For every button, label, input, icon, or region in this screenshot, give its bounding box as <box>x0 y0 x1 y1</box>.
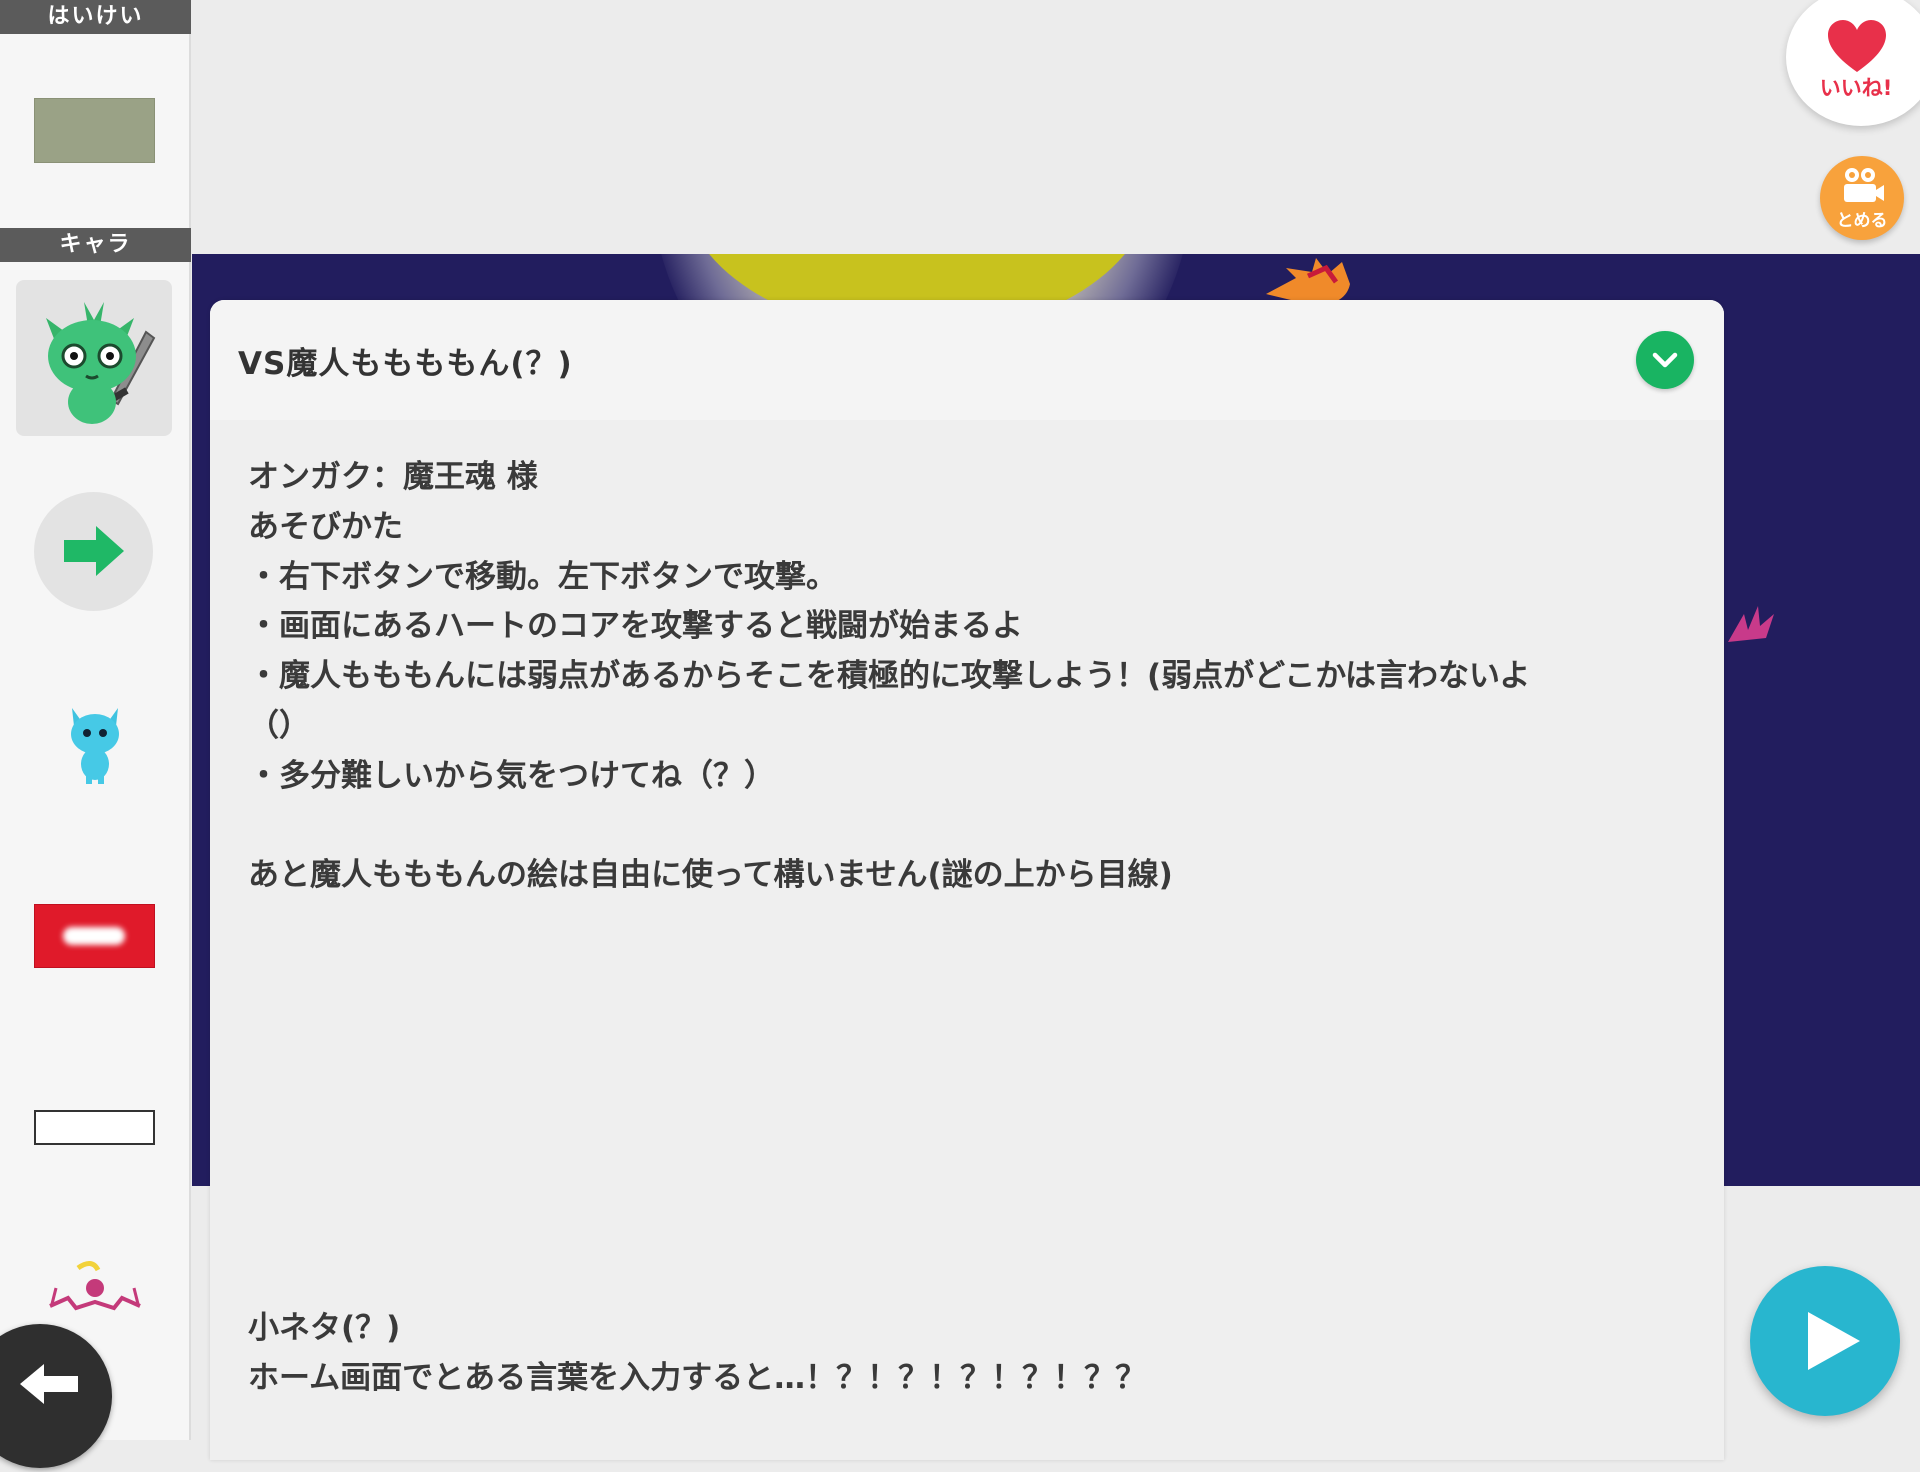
description-panel: VS魔人ももももん(？) オンガク：魔王魂 様 あそびかた ・右下ボタンで移動。… <box>210 300 1724 1460</box>
demon-claw-icon <box>1728 606 1774 642</box>
panel-footer: 小ネタ(？) ホーム画面でとある言葉を入力すると…！？！？！？！？！？？ <box>248 1303 1668 1403</box>
arrow-right-icon <box>64 526 124 576</box>
tips-heading: 小ネタ(？) <box>248 1310 401 1346</box>
asset-sidebar: はいけい キャラ <box>0 0 191 1440</box>
blue-creature-character[interactable] <box>58 700 132 786</box>
play-button[interactable] <box>1750 1266 1900 1416</box>
red-bar-character[interactable] <box>34 904 155 968</box>
stop-label: とめる <box>1836 211 1888 231</box>
background-section-header: はいけい <box>0 0 191 34</box>
like-button[interactable]: いいね! <box>1786 0 1920 126</box>
green-arrow-character[interactable] <box>34 492 153 611</box>
heart-icon <box>1828 20 1886 72</box>
pink-creature-character[interactable] <box>48 1258 142 1314</box>
video-camera-icon <box>1844 168 1884 202</box>
collapse-button[interactable] <box>1636 331 1694 389</box>
tips-text: ホーム画面でとある言葉を入力すると…！？！？！？！？！？？ <box>248 1360 1147 1396</box>
green-knight-character[interactable] <box>16 280 172 436</box>
white-bar-character[interactable] <box>34 1110 155 1145</box>
like-label: いいね! <box>1819 76 1893 100</box>
stop-recording-button[interactable]: とめる <box>1820 156 1904 240</box>
project-description: オンガク：魔王魂 様 あそびかた ・右下ボタンで移動。左下ボタンで攻撃。 ・画面… <box>248 459 1531 894</box>
pink-creature-icon <box>49 1261 141 1311</box>
panel-header: VS魔人ももももん(？) <box>210 300 1724 420</box>
play-icon <box>1808 1312 1860 1370</box>
chevron-down-icon <box>1652 352 1678 368</box>
background-thumbnail[interactable] <box>34 98 155 163</box>
back-button[interactable] <box>0 1324 112 1468</box>
blue-creature-icon <box>71 708 119 784</box>
arrow-left-icon <box>20 1364 78 1404</box>
character-section-header: キャラ <box>0 228 191 262</box>
project-title: VS魔人ももももん(？) <box>238 346 573 382</box>
green-knight-icon <box>46 302 156 424</box>
